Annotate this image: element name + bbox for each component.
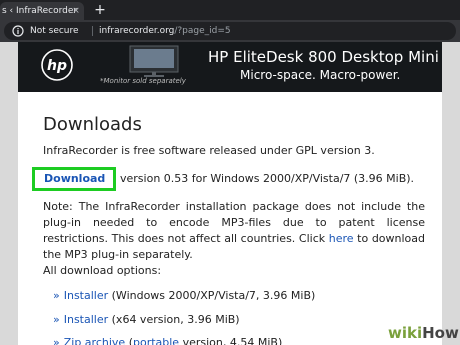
wikihow-watermark: wikiHow	[388, 324, 459, 342]
page-title: Downloads	[43, 114, 142, 135]
close-tab-icon[interactable]: ×	[70, 2, 82, 20]
zip-archive-link[interactable]: Zip archive	[64, 336, 125, 345]
list-item: » Zip archive (portable version, 4.54 MiB…	[53, 335, 282, 345]
portable-link[interactable]: portable	[133, 336, 179, 345]
installer-x64-link[interactable]: Installer	[64, 313, 108, 326]
bullet-icon: »	[53, 313, 60, 326]
svg-text:hp: hp	[47, 58, 67, 74]
hp-logo-icon: hp	[41, 49, 73, 81]
option-details: (Windows 2000/XP/Vista/7, 3.96 MiB)	[111, 289, 316, 302]
option-details: (x64 version, 3.96 MiB)	[111, 313, 240, 326]
url-field[interactable]: Not secure infrarecorder.org/?page_id=5	[4, 22, 456, 40]
divider	[92, 26, 93, 36]
intro-text: InfraRecorder is free software released …	[43, 144, 375, 157]
mp3-note: Note: The InfraRecorder installation pac…	[43, 199, 425, 263]
url-path: /?page_id=5	[174, 26, 231, 36]
watermark-wiki: wiki	[388, 324, 423, 342]
bullet-icon: »	[53, 289, 60, 302]
not-secure-label: Not secure	[30, 26, 79, 36]
ad-title: HP EliteDesk 800 Desktop Mini PC	[208, 48, 442, 66]
url-text: infrarecorder.org/?page_id=5	[99, 22, 231, 40]
monitor-image	[129, 45, 179, 77]
browser-tab[interactable]: s ‹ InfraRecorder ×	[0, 2, 84, 20]
download-link[interactable]: Download	[44, 171, 105, 187]
list-item: » Installer (Windows 2000/XP/Vista/7, 3.9…	[53, 288, 315, 304]
download-version-text: version 0.53 for Windows 2000/XP/Vista/7…	[120, 172, 415, 185]
here-link[interactable]: here	[329, 232, 354, 245]
page-viewport: hp *Monitor sold separately HP EliteDesk…	[0, 42, 460, 345]
watermark-how: How	[422, 324, 459, 342]
ad-subtitle: Micro-space. Macro-power.	[240, 68, 401, 82]
info-icon[interactable]	[12, 25, 24, 37]
option-details: version, 4.54 MiB)	[182, 336, 283, 345]
url-domain: infrarecorder.org	[99, 26, 175, 36]
page-content: hp *Monitor sold separately HP EliteDesk…	[18, 42, 442, 345]
all-options-label: All download options:	[43, 264, 162, 277]
ad-banner[interactable]: hp *Monitor sold separately HP EliteDesk…	[18, 42, 442, 92]
ad-note: *Monitor sold separately	[100, 77, 186, 85]
installer-link[interactable]: Installer	[64, 289, 108, 302]
address-bar: Not secure infrarecorder.org/?page_id=5	[0, 20, 460, 42]
bullet-icon: »	[53, 336, 60, 345]
tab-bar: s ‹ InfraRecorder × +	[0, 0, 460, 20]
tab-title: s ‹ InfraRecorder	[2, 6, 78, 16]
list-item: » Installer (x64 version, 3.96 MiB)	[53, 312, 240, 328]
new-tab-button[interactable]: +	[93, 1, 107, 19]
